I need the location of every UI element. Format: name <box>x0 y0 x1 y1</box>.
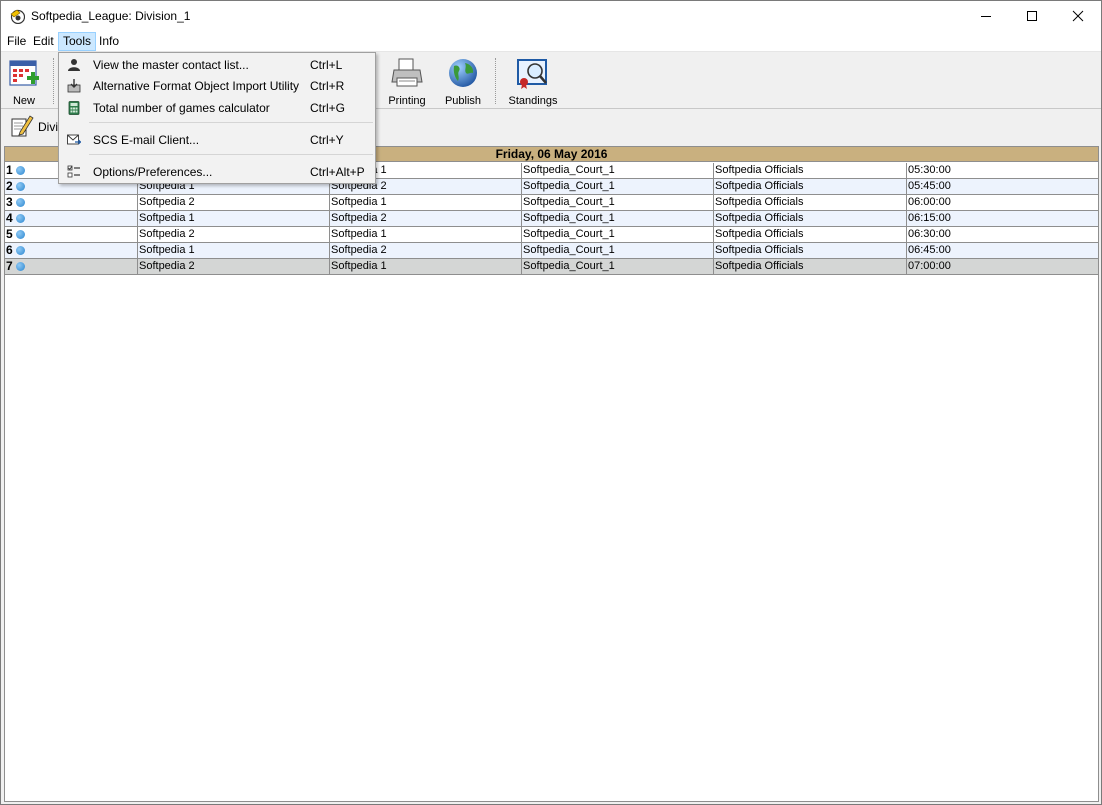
schedule-grid: Friday, 06 May 2016 1Softpedia 2Softpedi… <box>4 146 1099 802</box>
menu-info[interactable]: Info <box>95 32 123 51</box>
minimize-button[interactable] <box>963 1 1009 31</box>
menu-separator <box>89 122 373 123</box>
home-team-cell[interactable]: Softpedia 2 <box>137 227 329 242</box>
court-cell[interactable]: Softpedia_Court_1 <box>521 195 713 210</box>
court-cell[interactable]: Softpedia_Court_1 <box>521 243 713 258</box>
status-dot-icon <box>15 198 25 207</box>
standings-button[interactable]: Standings <box>506 56 560 107</box>
row-number-cell: 6 <box>5 243 137 258</box>
officials-cell[interactable]: Softpedia Officials <box>713 211 906 226</box>
printer-icon <box>391 58 423 87</box>
publish-button[interactable]: Publish <box>442 56 484 107</box>
new-calendar-icon <box>9 60 39 86</box>
officials-cell[interactable]: Softpedia Officials <box>713 243 906 258</box>
new-label: New <box>12 95 35 107</box>
globe-icon <box>449 59 477 87</box>
away-team-cell[interactable]: Softpedia 1 <box>329 259 521 274</box>
officials-cell[interactable]: Softpedia Officials <box>713 163 906 178</box>
home-team-cell[interactable]: Softpedia 2 <box>137 259 329 274</box>
app-window: Softpedia_League: Division_1 File Edit T… <box>0 0 1102 805</box>
new-button[interactable]: New <box>5 56 43 107</box>
menu-bar: File Edit Tools Info <box>1 31 1101 52</box>
time-cell[interactable]: 06:00:00 <box>906 195 1098 210</box>
maximize-button[interactable] <box>1009 1 1055 31</box>
status-dot-icon <box>15 182 25 191</box>
email-icon <box>67 134 81 145</box>
menu-item-options-preferences[interactable]: Options/Preferences... Ctrl+Alt+P <box>61 161 373 183</box>
toolbar-separator <box>53 58 54 104</box>
court-cell[interactable]: Softpedia_Court_1 <box>521 179 713 194</box>
close-icon <box>1072 10 1084 22</box>
menu-item-import-utility[interactable]: Alternative Format Object Import Utility… <box>61 75 373 97</box>
menu-item-games-calculator[interactable]: Total number of games calculator Ctrl+G <box>61 97 373 119</box>
away-team-cell[interactable]: Softpedia 2 <box>329 243 521 258</box>
time-cell[interactable]: 06:15:00 <box>906 211 1098 226</box>
court-cell[interactable]: Softpedia_Court_1 <box>521 259 713 274</box>
options-icon <box>67 165 80 178</box>
row-number: 6 <box>6 243 13 257</box>
away-team-cell[interactable]: Softpedia 1 <box>329 195 521 210</box>
status-dot-icon <box>15 214 25 223</box>
row-number-cell: 5 <box>5 227 137 242</box>
menu-separator <box>89 154 373 155</box>
officials-cell[interactable]: Softpedia Officials <box>713 195 906 210</box>
person-icon <box>68 59 80 71</box>
printing-label: Printing <box>388 95 426 107</box>
menu-tools[interactable]: Tools <box>58 32 97 51</box>
tools-dropdown-menu: View the master contact list... Ctrl+L A… <box>58 52 376 184</box>
time-cell[interactable]: 06:30:00 <box>906 227 1098 242</box>
court-cell[interactable]: Softpedia_Court_1 <box>521 227 713 242</box>
maximize-icon <box>1027 11 1037 21</box>
menu-item-master-contact-list[interactable]: View the master contact list... Ctrl+L <box>61 54 373 76</box>
away-team-cell[interactable]: Softpedia 1 <box>329 227 521 242</box>
officials-cell[interactable]: Softpedia Officials <box>713 259 906 274</box>
status-dot-icon <box>15 230 25 239</box>
court-cell[interactable]: Softpedia_Court_1 <box>521 211 713 226</box>
row-number: 2 <box>6 179 13 193</box>
table-row[interactable]: 3 Softpedia 2 Softpedia 1 Softpedia_Court_1… <box>5 195 1098 211</box>
time-cell[interactable]: 06:45:00 <box>906 243 1098 258</box>
status-dot-icon <box>15 166 25 175</box>
row-number-cell: 7 <box>5 259 137 274</box>
officials-cell[interactable]: Softpedia Officials <box>713 227 906 242</box>
time-cell[interactable]: 05:45:00 <box>906 179 1098 194</box>
time-cell[interactable]: 07:00:00 <box>906 259 1098 274</box>
table-row[interactable]: 7 Softpedia 2 Softpedia 1 Softpedia_Court_1… <box>5 259 1098 275</box>
time-cell[interactable]: 05:30:00 <box>906 163 1098 178</box>
table-row[interactable]: 6 Softpedia 1 Softpedia 2 Softpedia_Court_1… <box>5 243 1098 259</box>
app-logo-icon <box>10 9 25 24</box>
away-team-cell[interactable]: Softpedia 2 <box>329 211 521 226</box>
minimize-icon <box>981 16 991 17</box>
officials-cell[interactable]: Softpedia Officials <box>713 179 906 194</box>
court-cell[interactable]: Softpedia_Court_1 <box>521 163 713 178</box>
home-team-cell[interactable]: Softpedia 1 <box>137 211 329 226</box>
row-number-cell: 4 <box>5 211 137 226</box>
table-row[interactable]: 5 Softpedia 2 Softpedia 1 Softpedia_Court_1… <box>5 227 1098 243</box>
title-bar: Softpedia_League: Division_1 <box>1 1 1101 31</box>
home-team-cell[interactable]: Softpedia 1 <box>137 243 329 258</box>
row-number: 3 <box>6 195 13 209</box>
status-dot-icon <box>15 262 25 271</box>
table-row[interactable]: 4 Softpedia 1 Softpedia 2 Softpedia_Court_1… <box>5 211 1098 227</box>
row-number: 4 <box>6 211 13 225</box>
home-team-cell[interactable]: Softpedia 2 <box>137 195 329 210</box>
status-dot-icon <box>15 246 25 255</box>
close-button[interactable] <box>1055 1 1101 31</box>
row-number: 1 <box>6 163 13 177</box>
window-title: Softpedia_League: Division_1 <box>31 9 191 23</box>
calculator-icon <box>68 101 80 115</box>
printing-button[interactable]: Printing <box>384 56 430 107</box>
menu-edit[interactable]: Edit <box>29 32 58 51</box>
publish-label: Publish <box>444 95 482 107</box>
menu-file[interactable]: File <box>3 32 30 51</box>
row-number: 5 <box>6 227 13 241</box>
standings-magnifier-icon <box>517 59 547 89</box>
standings-label: Standings <box>508 95 558 107</box>
toolbar-separator <box>495 58 496 104</box>
row-number: 7 <box>6 259 13 273</box>
import-icon <box>67 79 81 93</box>
row-number-cell: 3 <box>5 195 137 210</box>
edit-pencil-icon[interactable] <box>10 114 34 138</box>
menu-item-email-client[interactable]: SCS E-mail Client... Ctrl+Y <box>61 129 373 151</box>
